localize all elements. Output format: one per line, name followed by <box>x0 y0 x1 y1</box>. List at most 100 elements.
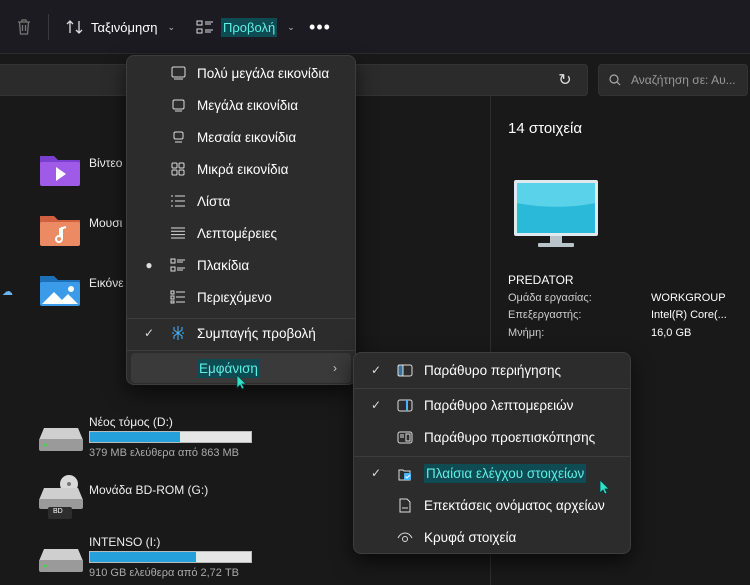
detail-value-processor: Intel(R) Core(... <box>651 309 727 321</box>
trash-icon <box>18 19 30 35</box>
menu-item-label: Συμπαγής προβολή <box>197 325 316 341</box>
check-icon: ✓ <box>143 326 155 340</box>
search-icon <box>609 74 621 86</box>
check-icon: ✓ <box>370 466 382 480</box>
chevron-down-icon: ⌄ <box>287 21 295 32</box>
menu-item-label: Πολύ μεγάλα εικονίδια <box>197 65 330 81</box>
sort-label: Ταξινόμηση <box>91 19 158 35</box>
videos-folder-icon[interactable] <box>38 150 82 188</box>
menu-item-medium-icons[interactable]: Μεσαία εικονίδια <box>131 122 351 152</box>
navigation-pane-icon <box>396 362 414 378</box>
more-options-button[interactable]: ••• <box>309 13 331 41</box>
menu-item-label: Μικρά εικονίδια <box>197 161 289 177</box>
check-icon: ✓ <box>370 398 382 412</box>
search-input[interactable]: Αναζήτηση σε: Αυ... <box>598 64 748 96</box>
mouse-cursor-icon <box>599 479 610 495</box>
list-icon <box>169 193 187 209</box>
menu-item-navigation-pane[interactable]: ✓ Παράθυρο περιήγησης <box>358 355 626 385</box>
detail-label-workgroup: Ομάδα εργασίας: <box>508 292 592 304</box>
content-icon <box>169 289 187 305</box>
chevron-right-icon: › <box>333 361 337 375</box>
drive-name-d[interactable]: Νέος τόμος (D:) <box>89 415 173 429</box>
menu-item-label: Πλαίσια ελέγχου στοιχείων <box>424 463 587 483</box>
menu-item-large-icons[interactable]: Μεγάλα εικονίδια <box>131 90 351 120</box>
check-icon: ✓ <box>370 363 382 377</box>
menu-item-file-extensions[interactable]: Επεκτάσεις ονόματος αρχείων <box>358 490 626 520</box>
menu-item-details-pane[interactable]: ✓ Παράθυρο λεπτομερειών <box>358 390 626 420</box>
refresh-icon[interactable]: ↻ <box>555 70 575 90</box>
item-count: 14 στοιχεία <box>508 120 583 137</box>
folder-label-music[interactable]: Μουσι <box>89 216 122 230</box>
detail-label-memory: Μνήμη: <box>508 327 545 339</box>
drive-usage-fill-i <box>90 552 197 562</box>
drive-free-i: 910 GB ελεύθερα από 2,72 TB <box>89 567 240 579</box>
menu-item-item-checkboxes[interactable]: ✓ Πλαίσια ελέγχου στοιχείων <box>358 458 626 488</box>
menu-item-label: Λίστα <box>197 193 231 209</box>
computer-icon <box>514 180 598 247</box>
large-icons-icon <box>169 97 187 113</box>
mouse-cursor-icon <box>236 374 247 390</box>
computer-name: PREDATOR <box>508 273 574 287</box>
menu-item-label: Παράθυρο λεπτομερειών <box>424 397 574 413</box>
sort-button[interactable]: Ταξινόμηση ⌄ <box>66 13 175 41</box>
view-button[interactable]: Προβολή ⌄ <box>196 13 295 41</box>
delete-button[interactable] <box>12 13 36 41</box>
menu-item-label: Παράθυρο προεπισκόπησης <box>424 429 596 445</box>
menu-item-label: Περιεχόμενο <box>197 289 272 305</box>
item-checkboxes-icon <box>396 465 414 481</box>
compact-view-icon <box>169 325 187 341</box>
menu-divider <box>354 456 630 457</box>
menu-item-compact-view[interactable]: ✓ Συμπαγής προβολή <box>131 318 351 348</box>
music-folder-icon[interactable] <box>38 210 82 248</box>
menu-item-list[interactable]: Λίστα <box>131 186 351 216</box>
hard-drive-icon[interactable] <box>38 424 84 454</box>
menu-item-label: Μεσαία εικονίδια <box>197 129 297 145</box>
toolbar-divider <box>48 14 49 40</box>
menu-item-label: Εμφάνιση <box>197 358 260 378</box>
menu-item-extra-large-icons[interactable]: Πολύ μεγάλα εικονίδια <box>131 58 351 88</box>
hard-drive-icon[interactable] <box>38 545 84 575</box>
menu-item-label: Επεκτάσεις ονόματος αρχείων <box>424 497 605 513</box>
drive-usage-fill-d <box>90 432 181 442</box>
selected-dot-icon: ● <box>145 258 153 272</box>
search-placeholder: Αναζήτηση σε: Αυ... <box>631 73 736 87</box>
pictures-folder-icon[interactable] <box>38 270 82 308</box>
view-icon <box>196 20 213 34</box>
extra-large-icons-icon <box>169 65 187 81</box>
bd-rom-drive-icon[interactable]: BD <box>38 474 84 520</box>
file-extension-icon <box>396 497 414 513</box>
menu-item-hidden-items[interactable]: Κρυφά στοιχεία <box>358 522 626 552</box>
detail-value-memory: 16,0 GB <box>651 327 692 339</box>
drive-usage-bar-d <box>89 431 252 443</box>
view-menu: Πολύ μεγάλα εικονίδια Μεγάλα εικονίδια Μ… <box>126 55 356 385</box>
medium-icons-icon <box>169 129 187 145</box>
drive-usage-bar-i <box>89 551 252 563</box>
command-bar: Ταξινόμηση ⌄ Προβολή ⌄ ••• <box>0 0 750 54</box>
menu-item-preview-pane[interactable]: Παράθυρο προεπισκόπησης <box>358 422 626 452</box>
details-pane-icon <box>396 397 414 413</box>
menu-item-small-icons[interactable]: Μικρά εικονίδια <box>131 154 351 184</box>
menu-item-label: Παράθυρο περιήγησης <box>424 362 561 378</box>
drive-name-i[interactable]: INTENSO (I:) <box>89 535 160 549</box>
cloud-icon: ☁ <box>2 286 13 298</box>
menu-item-content[interactable]: Περιεχόμενο <box>131 282 351 312</box>
bd-badge: BD <box>53 508 63 515</box>
tiles-icon <box>169 257 187 273</box>
drive-free-d: 379 MB ελεύθερα από 863 MB <box>89 447 240 459</box>
menu-item-label: Λεπτομέρειες <box>197 225 278 241</box>
chevron-down-icon: ⌄ <box>167 21 175 32</box>
small-icons-icon <box>169 161 187 177</box>
view-label: Προβολή <box>221 17 278 37</box>
preview-pane-icon <box>396 429 414 445</box>
drive-name-g[interactable]: Μονάδα BD-ROM (G:) <box>89 483 208 497</box>
detail-label-processor: Επεξεργαστής: <box>508 309 582 321</box>
show-submenu: ✓ Παράθυρο περιήγησης ✓ Παράθυρο λεπτομε… <box>353 352 631 554</box>
folder-label-videos[interactable]: Βίντεο <box>89 156 122 170</box>
eye-icon <box>396 529 414 545</box>
menu-item-details[interactable]: Λεπτομέρειες <box>131 218 351 248</box>
sort-icon <box>66 20 83 34</box>
menu-item-label: Μεγάλα εικονίδια <box>197 97 299 113</box>
folder-label-pictures[interactable]: Εικόνε <box>89 276 124 290</box>
menu-divider <box>354 388 630 389</box>
menu-item-tiles[interactable]: ● Πλακίδια <box>131 250 351 280</box>
